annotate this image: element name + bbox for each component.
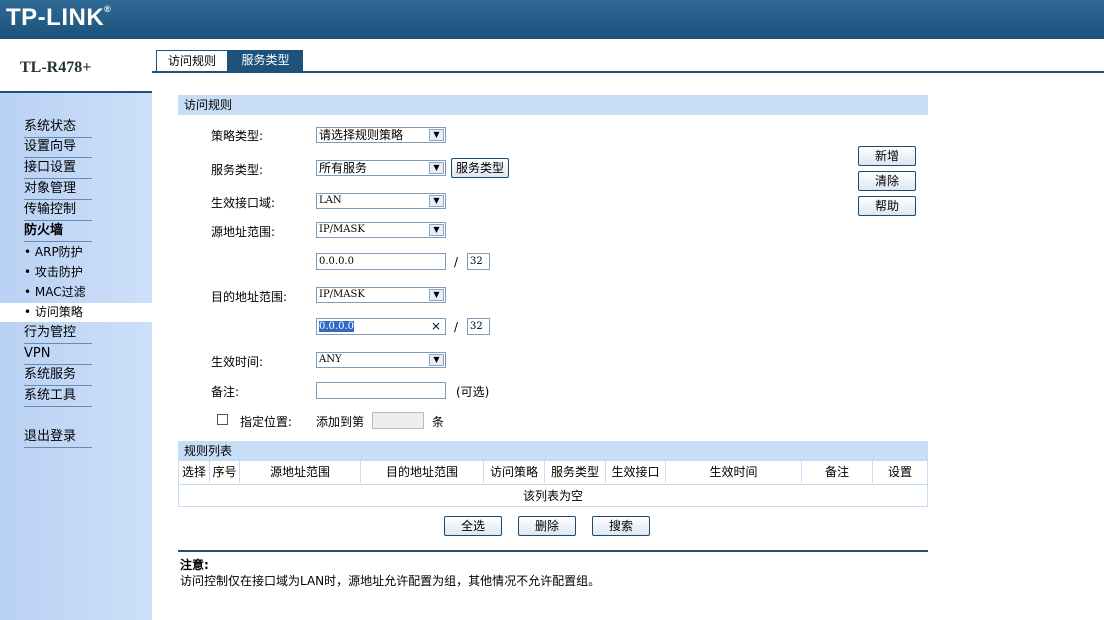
dst-range-label: 目的地址范围: xyxy=(211,290,288,304)
dst-range-mode-select[interactable]: IP/MASK ▼ xyxy=(316,287,446,303)
chevron-down-icon: ▼ xyxy=(429,195,444,207)
nav-setup-wizard[interactable]: 设置向导 xyxy=(24,138,92,158)
position-checkbox[interactable] xyxy=(217,414,228,425)
position-prefix: 添加到第 xyxy=(316,415,365,429)
nav-firewall[interactable]: 防火墙 xyxy=(24,222,92,242)
service-type-label: 服务类型: xyxy=(211,163,264,177)
src-range-mode-select[interactable]: IP/MASK ▼ xyxy=(316,222,446,238)
note-label: 备注: xyxy=(211,385,240,399)
col-service-type: 服务类型 xyxy=(545,461,606,483)
col-access-policy: 访问策略 xyxy=(484,461,545,483)
device-model: TL-R478+ xyxy=(20,59,92,76)
section-title-access-rules: 访问规则 xyxy=(178,95,928,115)
add-button[interactable]: 新增 xyxy=(858,146,916,166)
col-note: 备注 xyxy=(802,461,873,483)
col-time: 生效时间 xyxy=(666,461,802,483)
note-input[interactable] xyxy=(316,382,446,399)
section-title-rule-list: 规则列表 xyxy=(178,441,928,461)
dst-slash: / xyxy=(454,320,459,334)
col-src-range: 源地址范围 xyxy=(240,461,361,483)
nav-vpn[interactable]: VPN xyxy=(24,345,92,365)
nav-arp-protection[interactable]: • ARP防护 xyxy=(24,243,152,262)
nav-access-policy[interactable]: • 访问策略 xyxy=(0,303,152,322)
col-index: 序号 xyxy=(210,461,240,483)
search-button[interactable]: 搜索 xyxy=(592,516,650,536)
position-label: 指定位置: xyxy=(240,415,293,429)
chevron-down-icon: ▼ xyxy=(429,129,444,141)
src-mask-input[interactable]: 32 xyxy=(467,253,490,270)
src-ip-input[interactable]: 0.0.0.0 xyxy=(316,253,446,270)
rule-table: 选择 序号 源地址范围 目的地址范围 访问策略 服务类型 生效接口 生效时间 备… xyxy=(178,461,928,507)
sidebar: 系统状态 设置向导 接口设置 对象管理 传输控制 防火墙 • ARP防护 • 攻… xyxy=(0,93,152,620)
notice-title: 注意: xyxy=(180,558,209,572)
src-range-label: 源地址范围: xyxy=(211,225,276,239)
nav-system-tools[interactable]: 系统工具 xyxy=(24,387,92,407)
notice-divider xyxy=(178,550,928,552)
nav-interface-settings[interactable]: 接口设置 xyxy=(24,159,92,179)
position-suffix: 条 xyxy=(432,415,445,429)
chevron-down-icon: ▼ xyxy=(429,354,444,366)
nav-system-status[interactable]: 系统状态 xyxy=(24,118,92,138)
tab-service-types[interactable]: 服务类型 xyxy=(228,50,303,71)
chevron-down-icon: ▼ xyxy=(429,289,444,301)
empty-list-message: 该列表为空 xyxy=(179,484,927,507)
nav-logout[interactable]: 退出登录 xyxy=(24,428,92,448)
policy-type-label: 策略类型: xyxy=(211,129,264,143)
note-hint: (可选) xyxy=(456,385,490,399)
service-type-button[interactable]: 服务类型 xyxy=(451,158,509,178)
nav-behavior-control[interactable]: 行为管控 xyxy=(24,324,92,344)
chevron-down-icon: ▼ xyxy=(429,162,444,174)
interface-label: 生效接口域: xyxy=(211,196,276,210)
col-select: 选择 xyxy=(179,461,210,483)
col-dst-range: 目的地址范围 xyxy=(361,461,484,483)
position-input[interactable] xyxy=(372,412,424,429)
nav-mac-filter[interactable]: • MAC过滤 xyxy=(24,283,152,302)
tab-underline xyxy=(152,71,1104,73)
tab-access-rules[interactable]: 访问规则 xyxy=(156,50,228,72)
service-type-select[interactable]: 所有服务 ▼ xyxy=(316,160,446,176)
col-settings: 设置 xyxy=(887,465,912,479)
nav-object-management[interactable]: 对象管理 xyxy=(24,180,92,200)
delete-button[interactable]: 删除 xyxy=(518,516,576,536)
header-bar: TP-LINK® xyxy=(0,0,1104,39)
time-select[interactable]: ANY ▼ xyxy=(316,352,446,368)
clear-button[interactable]: 清除 xyxy=(858,171,916,191)
nav-system-services[interactable]: 系统服务 xyxy=(24,366,92,386)
col-interface: 生效接口 xyxy=(606,461,666,483)
tp-link-logo: TP-LINK® xyxy=(6,4,112,31)
select-all-button[interactable]: 全选 xyxy=(444,516,502,536)
nav-attack-protection[interactable]: • 攻击防护 xyxy=(24,263,152,282)
help-button[interactable]: 帮助 xyxy=(858,196,916,216)
notice-text: 访问控制仅在接口域为LAN时，源地址允许配置为组，其他情况不允许配置组。 xyxy=(180,574,601,588)
src-slash: / xyxy=(454,255,459,269)
model-panel: TL-R478+ xyxy=(0,39,152,93)
clear-icon[interactable]: × xyxy=(431,319,441,334)
dst-mask-input[interactable]: 32 xyxy=(467,318,490,335)
time-label: 生效时间: xyxy=(211,355,264,369)
policy-type-select[interactable]: 请选择规则策略 ▼ xyxy=(316,127,446,143)
nav-transfer-control[interactable]: 传输控制 xyxy=(24,201,92,221)
chevron-down-icon: ▼ xyxy=(429,224,444,236)
dst-ip-input[interactable]: 0.0.0.0 × xyxy=(316,318,446,335)
interface-select[interactable]: LAN ▼ xyxy=(316,193,446,209)
